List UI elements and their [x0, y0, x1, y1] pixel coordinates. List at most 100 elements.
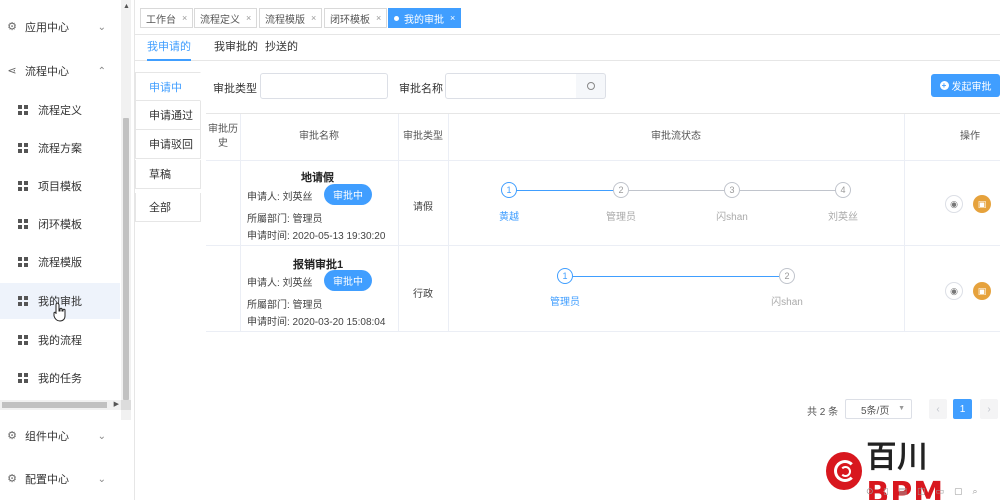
step-label: 刘英丝	[828, 212, 858, 223]
eye-icon: ◉	[950, 285, 958, 296]
sidebar-group-app-center[interactable]: ⚙ 应用中心 ⌄	[0, 12, 120, 42]
step-circle: 1	[557, 268, 573, 284]
start-approval-button[interactable]: + 发起审批	[931, 74, 1000, 97]
approval-table: 审批历史 审批名称 审批类型 审批流状态 操作 地请假 申请人: 刘英丝 审批中…	[206, 113, 1000, 396]
row-title: 地请假	[301, 172, 334, 184]
status-badge: 审批中	[324, 184, 372, 205]
plus-circle-icon: +	[939, 81, 949, 90]
tab-process-definition[interactable]: 流程定义 ×	[194, 8, 258, 28]
close-icon[interactable]: ×	[311, 13, 316, 23]
bottom-toolbar-icons: ⊙▯▤◫▭▢⌕	[866, 486, 988, 496]
next-page-button[interactable]: ›	[980, 399, 998, 419]
status-tab-rejected[interactable]: 申请驳回	[135, 130, 201, 159]
tab-label: 流程定义	[200, 14, 240, 26]
sidebar-item-process-template[interactable]: 流程模版	[0, 244, 120, 280]
step-circle: 3	[724, 182, 740, 198]
clipboard-icon: ▣	[977, 285, 987, 296]
subtab-cc[interactable]: 抄送的	[265, 35, 298, 61]
row-time: 申请时间: 2020-03-20 15:08:04	[247, 317, 386, 328]
active-dot-icon	[394, 15, 399, 21]
scrollbar-thumb[interactable]	[123, 118, 129, 400]
status-tab-approved[interactable]: 申请通过	[135, 101, 201, 130]
scroll-up-icon[interactable]: ▲	[123, 3, 130, 10]
sidebar-group-label: 组件中心	[25, 431, 69, 443]
row-type: 请假	[413, 202, 433, 213]
page-size-select[interactable]: 5条/页 ▼	[845, 399, 912, 419]
sidebar-item-my-process[interactable]: 我的流程	[0, 322, 120, 358]
sidebar-group-component-center[interactable]: ⚙ 组件中心 ⌄	[0, 421, 120, 451]
tab-process-template[interactable]: 流程模版 ×	[259, 8, 323, 28]
sidebar-item-label: 流程定义	[38, 105, 82, 117]
chevron-down-icon: ⌄	[97, 473, 106, 485]
status-badge: 审批中	[324, 270, 372, 291]
sidebar-item-label: 项目模板	[38, 181, 82, 193]
step-circle: 2	[613, 182, 629, 198]
tab-label: 我的审批	[404, 14, 444, 26]
view-button[interactable]: ◉	[945, 282, 963, 300]
tab-my-approval[interactable]: 我的审批 ×	[388, 8, 462, 28]
step-label: 黄越	[499, 212, 519, 223]
edit-button[interactable]: ▣	[973, 282, 991, 300]
gear-icon: ⚙	[7, 430, 17, 442]
approval-type-input[interactable]	[260, 73, 388, 99]
sidebar-item-label: 我的任务	[38, 373, 82, 385]
sidebar-group-process-center[interactable]: ⋖ 流程中心 ⌃	[0, 56, 120, 86]
close-icon[interactable]: ×	[376, 13, 381, 23]
close-icon[interactable]: ×	[182, 13, 187, 23]
row-dept: 所屬部门: 管理员	[247, 300, 323, 311]
start-approval-label: 发起审批	[951, 82, 992, 93]
chevron-down-icon: ⌄	[97, 430, 106, 442]
step-circle: 4	[835, 182, 851, 198]
tab-loop-template[interactable]: 闭环模板 ×	[324, 8, 388, 28]
share-icon: ⋖	[7, 65, 17, 77]
sidebar-group-label: 应用中心	[25, 22, 69, 34]
status-tab-applying[interactable]: 申请中	[135, 72, 201, 101]
approval-name-input[interactable]	[445, 73, 577, 99]
sidebar-item-project-template[interactable]: 项目模板	[0, 168, 120, 204]
chevron-down-icon: ▼	[898, 405, 905, 412]
row-applicant: 申请人: 刘英丝	[247, 278, 313, 289]
sidebar-item-loop-template[interactable]: 闭环模板	[0, 206, 120, 242]
sidebar-item-process-plan[interactable]: 流程方案	[0, 130, 120, 166]
status-tab-draft[interactable]: 草稿	[135, 160, 201, 189]
row-time: 申请时间: 2020-05-13 19:30:20	[247, 231, 386, 242]
subtab-my-applications[interactable]: 我申请的	[147, 35, 191, 61]
tab-bar: 工作台 × 流程定义 × 流程模版 × 闭环模板 × 我的审批 ×	[135, 0, 1000, 35]
status-tab-all[interactable]: 全部	[135, 193, 201, 222]
sidebar-vertical-scrollbar[interactable]: ▲	[121, 0, 131, 420]
prev-page-button[interactable]: ‹	[929, 399, 947, 419]
close-icon[interactable]: ×	[246, 13, 251, 23]
page-number-current[interactable]: 1	[953, 399, 972, 419]
step-circle: 1	[501, 182, 517, 198]
row-type: 行政	[413, 289, 433, 300]
sidebar-item-my-task[interactable]: 我的任务	[0, 360, 120, 396]
subtab-my-approvals[interactable]: 我审批的	[214, 35, 258, 61]
view-button[interactable]: ◉	[945, 195, 963, 213]
tab-workbench[interactable]: 工作台 ×	[140, 8, 194, 28]
scroll-right-icon[interactable]: ▶	[114, 400, 119, 408]
header-actions: 操作	[960, 131, 980, 142]
scrollbar-thumb[interactable]	[2, 402, 107, 408]
grid-icon	[18, 257, 28, 267]
page-size-value: 5条/页	[861, 405, 890, 417]
hand-cursor-icon	[53, 302, 66, 322]
grid-icon	[18, 219, 28, 229]
sidebar-group-config-center[interactable]: ⚙ 配置中心 ⌄	[0, 464, 120, 494]
step-label: 管理员	[550, 297, 580, 308]
close-icon[interactable]: ×	[450, 13, 455, 23]
filter-type-label: 审批类型	[213, 83, 257, 95]
sidebar-item-process-definition[interactable]: 流程定义	[0, 92, 120, 128]
step-label: 闪shan	[771, 297, 803, 308]
row-applicant: 申请人: 刘英丝	[247, 192, 313, 203]
grid-icon	[18, 296, 28, 306]
sub-tab-bar: 我申请的 我审批的 抄送的	[135, 35, 1000, 61]
grid-icon	[18, 143, 28, 153]
sidebar-item-label: 流程模版	[38, 257, 82, 269]
eye-icon: ◉	[950, 198, 958, 209]
sidebar-item-label: 流程方案	[38, 143, 82, 155]
header-history: 审批历史	[208, 124, 238, 149]
header-name: 审批名称	[299, 131, 339, 142]
search-button[interactable]	[576, 73, 606, 99]
edit-button[interactable]: ▣	[973, 195, 991, 213]
sidebar-horizontal-scrollbar[interactable]: ▶	[0, 400, 121, 410]
